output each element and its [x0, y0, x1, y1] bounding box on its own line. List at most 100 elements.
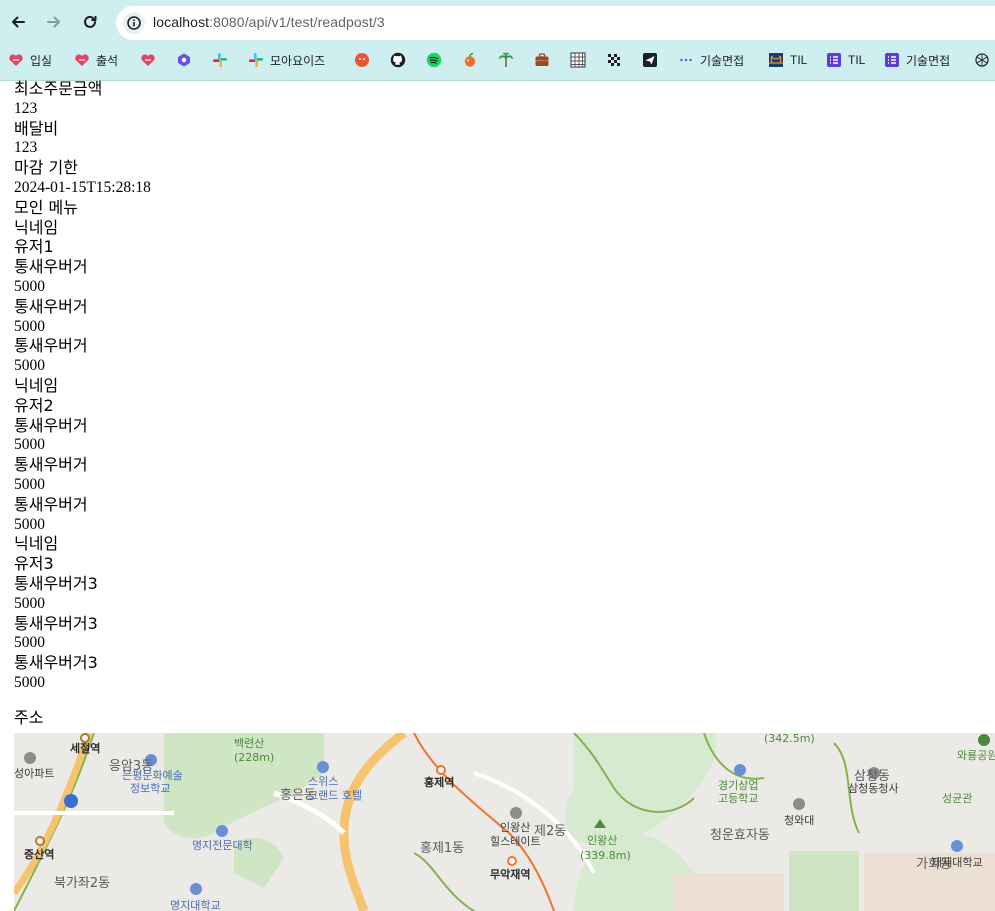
map-label: 세절역 [70, 742, 101, 755]
menu-item-name: 통새우버거 [14, 415, 88, 435]
back-button[interactable] [6, 10, 30, 34]
grid-icon [570, 52, 586, 68]
browser-toolbar: localhost:8080/api/v1/test/readpost/3 [0, 0, 995, 44]
map-label: (342.5m) [764, 733, 815, 745]
bookmark-label: 입실 [30, 53, 53, 68]
menu-item-name: 통새우버거 [14, 494, 88, 514]
order-group: 닉네임 유저1 통새우버거 5000 통새우버거 5000 통새우버거 5000 [14, 218, 994, 376]
heart-chat-icon [9, 54, 23, 66]
palm-tree-icon [499, 52, 513, 67]
bookmark-briefcase[interactable] [534, 48, 550, 72]
heart-chat-icon [141, 54, 155, 66]
nickname-label: 닉네임 [14, 534, 59, 554]
bookmark-label: TIL [790, 53, 808, 67]
bookmark-fruit[interactable] [462, 48, 478, 72]
bookmark-tech-interview-2[interactable]: 기술면접 [884, 48, 950, 72]
bookmark-openai[interactable] [974, 48, 990, 72]
nickname-value: 유저1 [14, 237, 54, 257]
site-info-button[interactable] [123, 12, 145, 34]
menu-item-price: 5000 [14, 475, 45, 493]
fruit-icon [464, 52, 476, 67]
delivery-fee-label: 배달비 [14, 118, 59, 138]
deadline-label: 마감 기한 [14, 158, 78, 178]
menu-item-price: 5000 [14, 357, 45, 375]
slack-icon [249, 53, 263, 67]
forward-arrow-icon [47, 16, 60, 28]
bookmark-checkin[interactable]: 입실 [8, 48, 52, 72]
info-icon [127, 16, 141, 30]
openai-icon [975, 53, 989, 67]
address-map[interactable]: (342.5m) 와룡공원 백련산 (228m) 세절역 성아파트 응암3동 은… [14, 733, 995, 911]
bookmark-paper-plane[interactable] [642, 48, 658, 72]
map-label: 삼청동청사 [848, 782, 899, 795]
bridge-icon [769, 53, 783, 67]
map-label: (228m) [234, 751, 275, 764]
browser-chrome: localhost:8080/api/v1/test/readpost/3 입실… [0, 0, 995, 80]
address-bar[interactable]: localhost:8080/api/v1/test/readpost/3 [116, 6, 995, 40]
reload-icon [84, 15, 97, 28]
bookmark-moayoyiz[interactable]: 모아요이즈 [248, 48, 325, 72]
github-icon [390, 52, 406, 68]
min-order-label: 최소주문금액 [14, 79, 103, 98]
nickname-value: 유저2 [14, 395, 54, 415]
map-label: 무악재역 [490, 868, 531, 881]
reload-button[interactable] [78, 10, 102, 34]
bookmark-tomato[interactable] [354, 48, 370, 72]
bookmark-grid[interactable] [570, 48, 586, 72]
menu-item-name: 통새우버거 [14, 257, 88, 277]
bookmark-heart[interactable] [140, 48, 156, 72]
map-label: 홍제1동 [420, 841, 465, 856]
bookmark-palm[interactable] [498, 48, 514, 72]
map-label: 성균관 [942, 792, 973, 805]
bookmark-tech-interview-1[interactable]: 기술면접 [678, 48, 744, 72]
bookmark-slack[interactable] [212, 48, 228, 72]
forward-button[interactable] [42, 10, 66, 34]
bookmark-github[interactable] [390, 48, 406, 72]
map-label: 인왕산 [587, 834, 618, 847]
bookmark-attendance[interactable]: 출석 [74, 48, 118, 72]
spotify-icon [426, 52, 442, 68]
map-label: 청와대 [784, 814, 815, 827]
bookmark-checkered-flag[interactable] [606, 48, 622, 72]
bookmark-hexagon[interactable] [176, 48, 192, 72]
bookmark-label: 모아요이즈 [270, 53, 326, 68]
paper-plane-icon [643, 53, 657, 67]
menu-item-name: 통새우버거3 [14, 653, 98, 673]
post-detail: 최소주문금액 123 배달비 123 마감 기한 2024-01-15T15:2… [14, 79, 994, 728]
map-label: 그랜드 호텔 [308, 789, 363, 802]
map-label: 정보학교 [130, 782, 171, 795]
url-text[interactable]: localhost:8080/api/v1/test/readpost/3 [153, 14, 385, 30]
map-label: 은평문화예술 [122, 769, 183, 782]
map-label: 태재대학교 [932, 856, 983, 869]
menu-item-price: 5000 [14, 317, 45, 335]
bookmark-label: 기술면접 [906, 53, 951, 68]
url-host: localhost [153, 14, 210, 30]
menu-item-name: 통새우버거 [14, 296, 88, 316]
tomato-icon [355, 53, 369, 67]
briefcase-icon [535, 53, 549, 66]
map-label: 성아파트 [14, 767, 55, 780]
bookmark-spotify[interactable] [426, 48, 442, 72]
deadline-value: 2024-01-15T15:28:18 [14, 178, 151, 196]
order-group: 닉네임 유저3 통새우버거3 5000 통새우버거3 5000 통새우버거3 5… [14, 534, 994, 692]
address-label: 주소 [14, 707, 44, 727]
menu-item-price: 5000 [14, 515, 45, 533]
map-label: 청운효자동 [710, 828, 770, 843]
menu-item-name: 통새우버거3 [14, 573, 98, 593]
delivery-fee-value: 123 [14, 139, 38, 157]
menu-item-name: 통새우버거3 [14, 613, 98, 633]
menu-item-price: 5000 [14, 436, 45, 454]
bookmark-til-1[interactable]: TIL [768, 48, 807, 72]
menu-item-name: 통새우버거 [14, 455, 88, 475]
menu-section-label: 모인 메뉴 [14, 197, 78, 217]
menu-item-price: 5000 [14, 277, 45, 295]
bookmark-til-2[interactable]: TIL [826, 48, 865, 72]
slack-icon [213, 53, 227, 67]
menu-item-price: 5000 [14, 673, 45, 691]
url-path: :8080/api/v1/test/readpost/3 [209, 14, 385, 30]
nickname-label: 닉네임 [14, 217, 59, 237]
map-label: (339.8m) [580, 849, 631, 862]
heart-chat-icon [75, 54, 89, 66]
list-doc-icon [827, 53, 841, 67]
map-label: 제2동 [534, 824, 567, 839]
